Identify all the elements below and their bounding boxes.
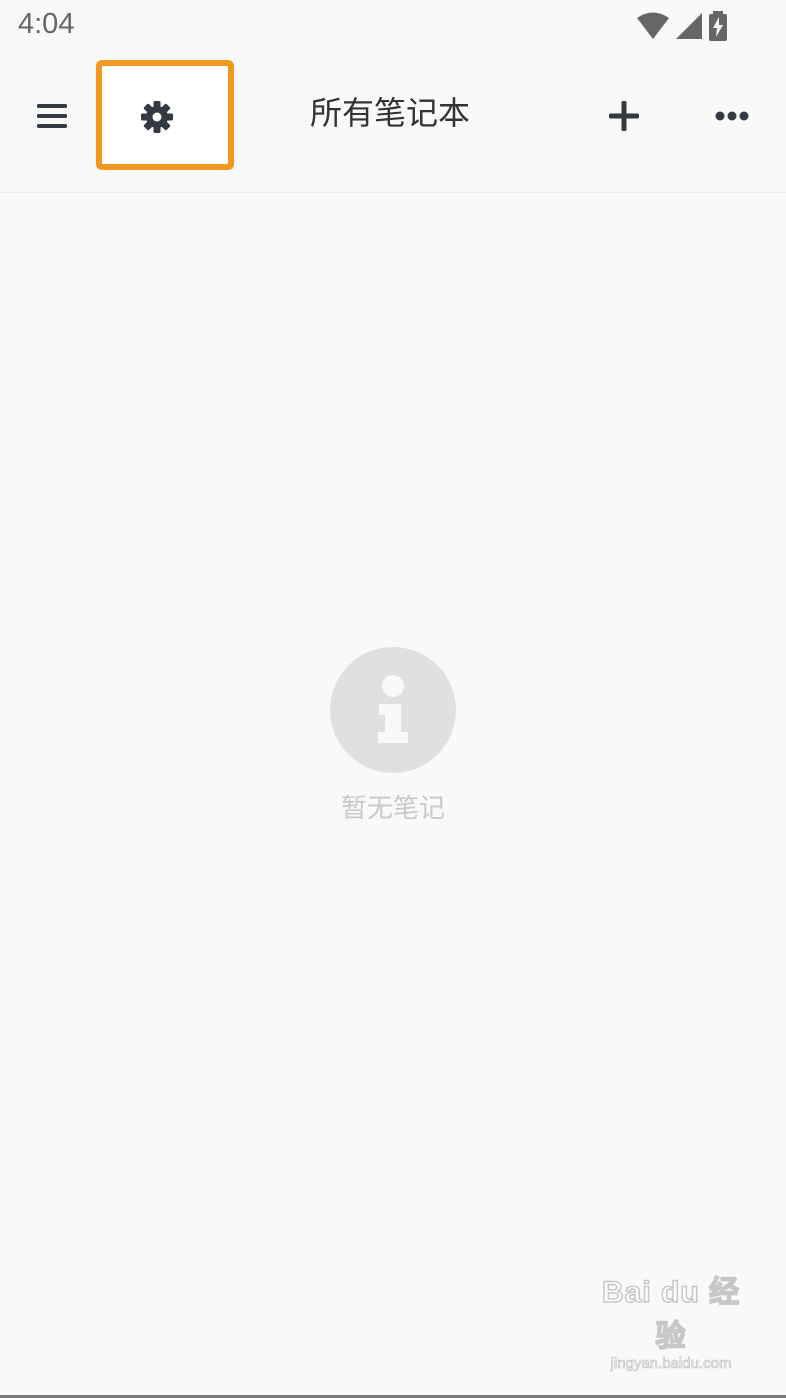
- empty-message: 暂无笔记: [340, 794, 445, 824]
- top-toolbar: 所有笔记本: [0, 54, 786, 193]
- cellular-signal-icon: [676, 13, 702, 39]
- info-icon: [330, 647, 456, 773]
- settings-button[interactable]: [136, 96, 178, 138]
- menu-button[interactable]: [30, 94, 74, 138]
- menu-icon: [37, 104, 67, 128]
- more-dots-icon: [715, 111, 749, 121]
- gear-icon: [141, 101, 173, 133]
- empty-state: 暂无笔记: [0, 646, 786, 825]
- wifi-icon: [637, 12, 669, 39]
- battery-charging-icon: [709, 11, 727, 41]
- status-bar: 4:04: [0, 0, 786, 54]
- status-time: 4:04: [18, 8, 75, 40]
- watermark-logo: Bai du 经验: [601, 1275, 740, 1354]
- page-title: 所有笔记本: [309, 94, 470, 132]
- plus-icon: [609, 101, 639, 131]
- watermark-url: jingyan.baidu.com: [610, 1355, 732, 1373]
- baidu-watermark: Bai du 经验 jingyan.baidu.com: [596, 1267, 746, 1372]
- notebook-screen: 4:04 所有笔记本 暂无笔记 Bai du 经验 jingyan.baidu.…: [0, 0, 786, 1398]
- add-notebook-button[interactable]: [602, 94, 646, 138]
- status-icons: [636, 11, 728, 41]
- more-options-button[interactable]: [710, 94, 754, 138]
